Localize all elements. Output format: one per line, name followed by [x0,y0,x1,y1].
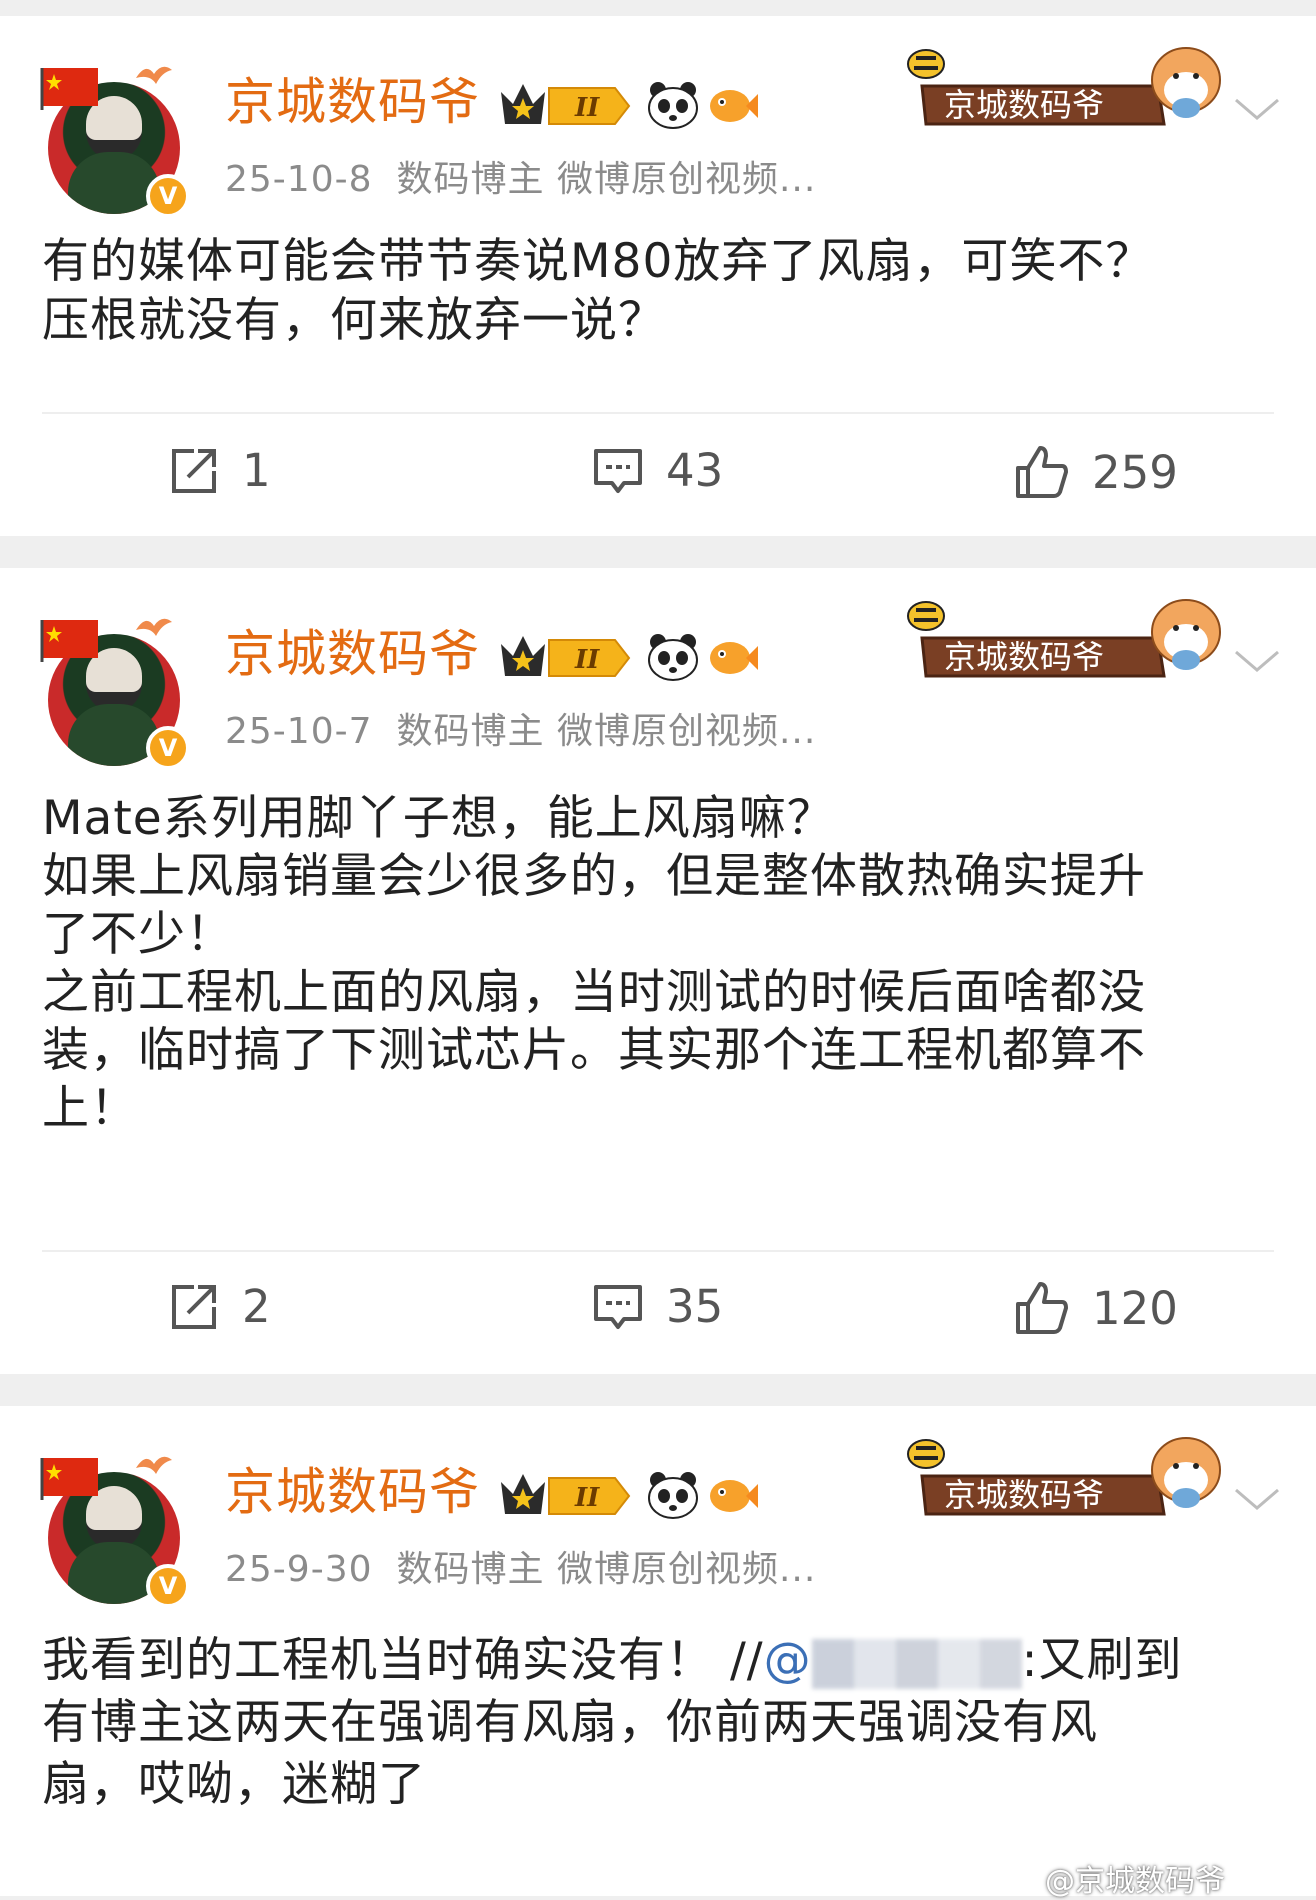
post-text: 有的媒体可能会带节奏说M80放弃了风扇，可笑不？ 压根就没有，何来放弃一说？ [42,232,1274,350]
post-date[interactable]: 25-10-8 [225,159,373,200]
mention-link[interactable]: @ [764,1633,812,1688]
post-meta: 25-10-8 数码博主 微博原创视频... [225,150,816,202]
bird-icon [136,1456,172,1474]
comment-count: 35 [666,1280,724,1333]
post-line: 如果上风扇销量会少很多的，但是整体散热确实提升 [42,849,1146,904]
panda-icon [648,1472,698,1519]
repost-icon [172,448,216,493]
like-icon [1016,1282,1068,1334]
post-line: 压根就没有，何来放弃一说？ [42,293,666,348]
panda-icon [648,634,698,681]
user-banner: 京城数码爷 [907,599,1221,678]
like-button[interactable]: 259 [1014,444,1178,500]
flag-icon [40,1458,98,1500]
banner-text: 京城数码爷 [944,1476,1104,1514]
svg-text:II: II [574,1483,600,1513]
like-count: 259 [1092,445,1178,499]
post-text: Mate系列用脚丫子想，能上风扇嘛？ 如果上风扇销量会少很多的，但是整体散热确实… [42,790,1274,1138]
avatar[interactable]: V [38,598,198,770]
verified-badge-icon: V [146,1564,190,1608]
post-source: 数码博主 微博原创视频... [396,711,817,752]
chevron-down-icon[interactable] [1232,646,1282,676]
watermark: @京城数码爷 [1045,1864,1225,1899]
chevron-down-icon[interactable] [1232,1484,1282,1514]
post-text-segment: :又刷到 [1021,1633,1183,1688]
vip-crown-icon[interactable]: II [497,630,633,682]
username[interactable]: 京城数码爷 [225,614,480,686]
post-line: 有博主这两天在强调有风扇，你前两天强调没有风 [42,1695,1098,1750]
banner-text: 京城数码爷 [944,86,1104,124]
divider [42,412,1274,414]
verified-badge-icon: V [146,174,190,218]
blurred-username [811,1638,1022,1689]
repost-count: 1 [242,444,271,497]
bird-icon [136,66,172,84]
repost-count: 2 [242,1280,271,1333]
svg-text:II: II [574,93,600,123]
panda-icon [648,82,698,129]
avatar[interactable]: V [38,46,198,218]
like-count: 120 [1092,1281,1178,1335]
like-button[interactable]: 120 [1014,1280,1178,1336]
fish-icon [710,90,758,122]
like-icon [1016,446,1068,498]
post-line: 上！ [42,1081,138,1136]
comment-icon [594,448,642,493]
comment-button[interactable]: 43 [592,444,723,497]
post-date[interactable]: 25-10-7 [225,711,373,752]
post-line: 之前工程机上面的风扇，当时测试的时候后面啥都没 [42,965,1146,1020]
post-date[interactable]: 25-9-30 [225,1549,373,1590]
vip-crown-icon[interactable]: II [497,1468,633,1520]
post-line: Mate系列用脚丫子想，能上风扇嘛？ [42,791,835,846]
post-meta: 25-9-30 数码博主 微博原创视频... [225,1540,816,1592]
post-line: 我看到的工程机当时确实没有！ //@ :又刷到 [42,1630,1274,1692]
username[interactable]: 京城数码爷 [225,62,480,134]
avatar[interactable]: V [38,1436,198,1608]
chevron-down-icon[interactable] [1232,94,1282,124]
user-banner: 京城数码爷 [907,1437,1221,1516]
post-card-1: V 京城数码爷 II 25-10-8 数码博主 微博原创视频... 京城数码爷 有… [0,16,1316,536]
flag-icon [40,68,98,110]
post-meta: 25-10-7 数码博主 微博原创视频... [225,702,816,754]
svg-text:II: II [574,645,600,675]
verified-badge-icon: V [146,726,190,770]
post-card-3: V 京城数码爷 II 25-9-30 数码博主 微博原创视频... 京城数码爷 [0,1406,1316,1896]
repost-icon [172,1284,216,1329]
post-line: 扇，哎呦，迷糊了 [42,1757,426,1812]
post-source: 数码博主 微博原创视频... [396,159,817,200]
post-source: 数码博主 微博原创视频... [396,1549,817,1590]
comment-button[interactable]: 35 [592,1280,723,1333]
fish-icon [710,642,758,674]
user-banner: 京城数码爷 [907,47,1221,126]
repost-button[interactable]: 1 [168,444,271,497]
flag-icon [40,620,98,662]
post-line: 了不少！ [42,907,234,962]
comment-count: 43 [666,444,724,497]
divider [42,1250,1274,1252]
repost-button[interactable]: 2 [168,1280,271,1333]
banner-text: 京城数码爷 [944,638,1104,676]
post-line: 有的媒体可能会带节奏说M80放弃了风扇，可笑不？ [42,234,1154,289]
comment-icon [594,1284,642,1329]
vip-crown-icon[interactable]: II [497,78,633,130]
fish-icon [710,1480,758,1512]
post-text-segment: 我看到的工程机当时确实没有！ // [42,1633,764,1688]
post-line: 装，临时搞了下测试芯片。其实那个连工程机都算不 [42,1023,1146,1078]
username[interactable]: 京城数码爷 [225,1452,480,1524]
post-card-2: V 京城数码爷 II 25-10-7 数码博主 微博原创视频... 京城数码爷 M… [0,568,1316,1374]
bird-icon [136,618,172,636]
post-text: 我看到的工程机当时确实没有！ //@ :又刷到 有博主这两天在强调有风扇，你前两天… [42,1630,1274,1816]
